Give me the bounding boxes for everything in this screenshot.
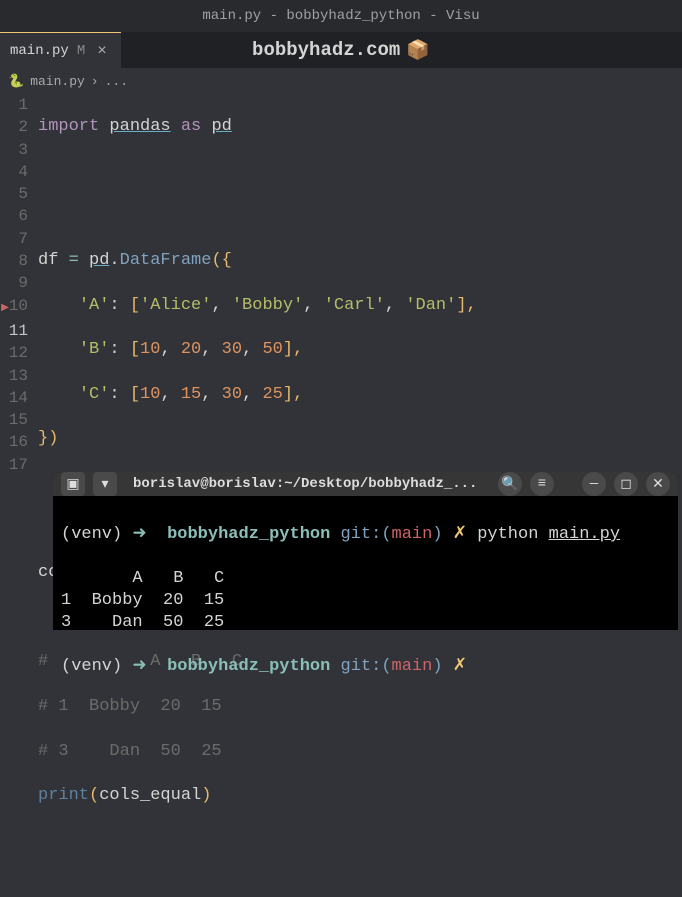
close-icon[interactable]: × <box>93 42 111 60</box>
terminal-header: ▣ ▾ borislav@borislav:~/Desktop/bobbyhad… <box>53 472 678 496</box>
breadcrumb-file: main.py <box>30 74 85 89</box>
editor[interactable]: 123456789▶1011121314151617 import pandas… <box>0 94 682 474</box>
dropdown-button[interactable]: ▾ <box>93 472 117 496</box>
line-gutter: 123456789▶1011121314151617 <box>0 94 38 474</box>
close-button[interactable]: ✕ <box>646 472 670 496</box>
page-brand: bobbyhadz.com 📦 <box>252 38 430 62</box>
menu-icon[interactable]: ≡ <box>530 472 554 496</box>
python-icon: 🐍 <box>8 74 24 89</box>
terminal-panel: ▣ ▾ borislav@borislav:~/Desktop/bobbyhad… <box>53 472 678 630</box>
new-tab-button[interactable]: ▣ <box>61 472 85 496</box>
breadcrumb[interactable]: 🐍 main.py › ... <box>0 68 682 94</box>
maximize-button[interactable]: ◻ <box>614 472 638 496</box>
brand-text: bobbyhadz.com <box>252 39 400 61</box>
cube-icon: 📦 <box>406 38 430 62</box>
terminal-title: borislav@borislav:~/Desktop/bobbyhadz_..… <box>125 476 490 492</box>
window-titlebar: main.py - bobbyhadz_python - Visu <box>0 0 682 32</box>
modified-indicator: M <box>77 43 85 59</box>
minimize-button[interactable]: — <box>582 472 606 496</box>
breadcrumb-more: ... <box>105 74 128 89</box>
breadcrumb-sep: › <box>91 74 99 89</box>
terminal-body[interactable]: (venv) ➜ bobbyhadz_python git:(main) ✗ p… <box>53 496 678 728</box>
window-title: main.py - bobbyhadz_python - Visu <box>202 8 479 24</box>
tab-bar: main.py M × bobbyhadz.com 📦 <box>0 32 682 68</box>
tab-label: main.py <box>10 43 69 59</box>
code-area[interactable]: import pandas as pd df = pd.DataFrame({ … <box>38 94 682 474</box>
tab-main-py[interactable]: main.py M × <box>0 32 121 68</box>
terminal-output: A B C 1 Bobby 20 15 3 Dan 50 25 <box>61 568 670 634</box>
search-icon[interactable]: 🔍 <box>498 472 522 496</box>
